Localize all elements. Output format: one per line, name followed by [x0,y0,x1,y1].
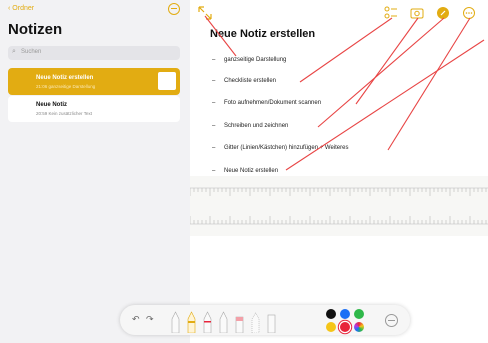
crayon-tool[interactable] [218,311,229,333]
annotation-lines [204,15,485,171]
pen-tool[interactable] [170,311,181,333]
ruler-tool-button[interactable] [266,311,277,333]
color-swatch-black[interactable] [326,309,336,319]
color-swatch-green[interactable] [354,309,364,319]
color-picker-icon[interactable] [354,322,364,332]
pencil-tool[interactable] [202,311,213,333]
color-swatch-blue[interactable] [340,309,350,319]
drawing-palette: ↶ ↷ [120,305,410,335]
color-swatch-yellow[interactable] [326,322,336,332]
eraser-tool[interactable] [234,311,245,333]
lasso-tool[interactable] [250,311,261,333]
color-swatch-red[interactable] [340,322,350,332]
marker-tool[interactable] [186,311,197,333]
undo-icon[interactable]: ↶ [132,314,140,325]
more-icon[interactable] [385,314,398,327]
redo-icon[interactable]: ↷ [146,314,154,325]
